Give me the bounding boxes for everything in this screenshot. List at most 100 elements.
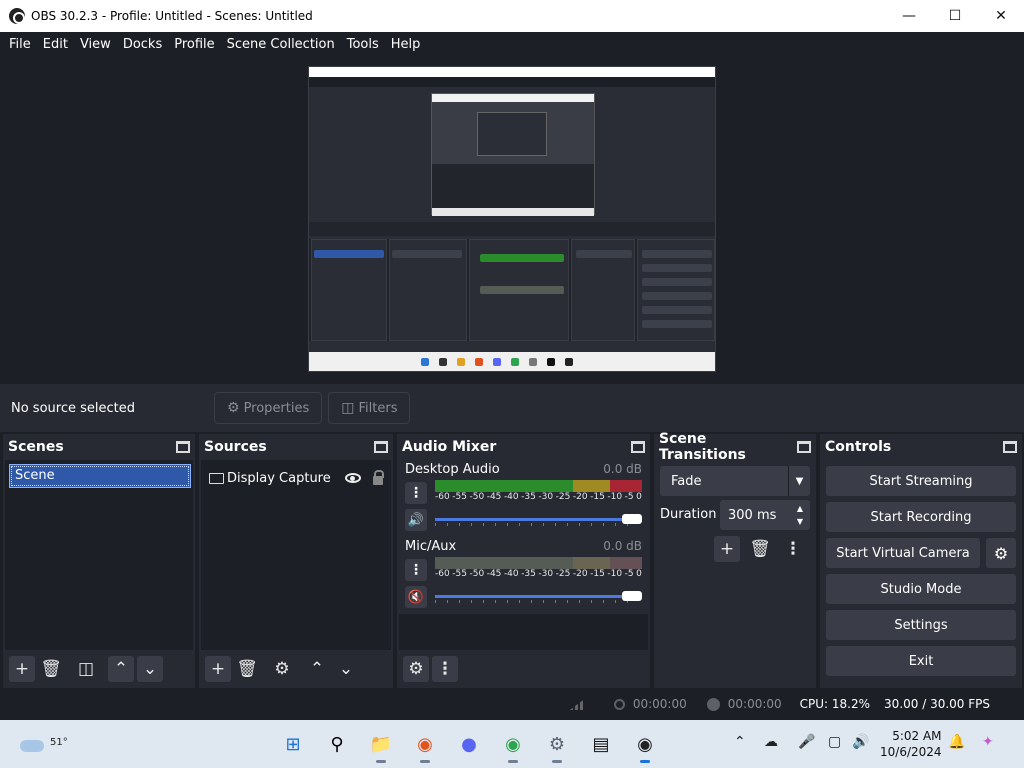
speaker-icon[interactable]: 🔊 bbox=[405, 509, 427, 531]
mixer-menu-button[interactable]: ⋮ bbox=[432, 656, 458, 682]
settings-button[interactable]: Settings bbox=[826, 610, 1016, 640]
add-transition-button[interactable]: + bbox=[714, 536, 740, 562]
start-recording-button[interactable]: Start Recording bbox=[826, 502, 1016, 532]
audio-mixer-dock: Audio Mixer Desktop Audio 0.0 dB ⋮ -60 -5… bbox=[397, 434, 650, 688]
channel-menu-button[interactable]: ⋮ bbox=[405, 482, 427, 504]
menu-scene-collection[interactable]: Scene Collection bbox=[221, 37, 341, 52]
undock-icon[interactable] bbox=[797, 441, 811, 453]
scenes-dock: Scenes Scene + 🗑 ◫ ⌃ ⌄ bbox=[3, 434, 195, 688]
volume-icon[interactable]: 🔊 bbox=[852, 734, 869, 750]
chrome-icon[interactable]: ◉ bbox=[500, 731, 526, 763]
undock-icon[interactable] bbox=[374, 441, 388, 453]
menu-bar: File Edit View Docks Profile Scene Colle… bbox=[0, 32, 1024, 56]
menu-docks[interactable]: Docks bbox=[117, 37, 168, 52]
source-properties-button[interactable]: ⚙ bbox=[269, 656, 295, 682]
duration-input[interactable]: 300 ms ▲ ▼ bbox=[720, 500, 810, 530]
close-button[interactable]: ✕ bbox=[978, 0, 1024, 32]
mixer-empty-area bbox=[399, 614, 648, 650]
volume-slider[interactable] bbox=[435, 514, 642, 526]
clock-date: 10/6/2024 bbox=[880, 745, 942, 759]
menu-edit[interactable]: Edit bbox=[37, 37, 74, 52]
discord-icon[interactable]: ● bbox=[456, 731, 482, 757]
move-source-down-button[interactable]: ⌄ bbox=[333, 656, 359, 682]
settings-gear-icon[interactable]: ⚙ bbox=[544, 731, 570, 763]
channel-db: 0.0 dB bbox=[603, 462, 642, 476]
network-offline-icon[interactable]: ☁ bbox=[764, 734, 778, 750]
filters-button[interactable]: ◫ Filters bbox=[328, 392, 411, 424]
scene-item[interactable]: Scene bbox=[9, 464, 191, 488]
move-scene-down-button[interactable]: ⌄ bbox=[137, 656, 163, 682]
audio-app-icon[interactable]: ▤ bbox=[588, 731, 614, 757]
undock-icon[interactable] bbox=[1003, 441, 1017, 453]
menu-profile[interactable]: Profile bbox=[168, 37, 220, 52]
preview-area[interactable] bbox=[0, 56, 1024, 384]
virtual-camera-settings-gear-icon[interactable]: ⚙ bbox=[986, 538, 1016, 568]
title-bar: OBS 30.2.3 - Profile: Untitled - Scenes:… bbox=[0, 0, 1024, 32]
mixer-toolbar: ⚙ ⋮ bbox=[397, 650, 650, 688]
move-scene-up-button[interactable]: ⌃ bbox=[108, 656, 134, 682]
studio-mode-button[interactable]: Studio Mode bbox=[826, 574, 1016, 604]
file-explorer-icon[interactable]: 📁 bbox=[368, 731, 394, 763]
scenes-dock-header: Scenes bbox=[3, 434, 195, 460]
volume-slider-knob[interactable] bbox=[622, 591, 642, 601]
preview-canvas[interactable] bbox=[308, 66, 716, 372]
volume-slider-knob[interactable] bbox=[622, 514, 642, 524]
scene-filters-button[interactable]: ◫ bbox=[73, 656, 99, 682]
windows-taskbar: 51° ⊞ ⚲ 📁 ◉ ● ◉ ⚙ ▤ ◉ ⌃ ☁ 🎤 ▢ 🔊 5:02 AM … bbox=[0, 720, 1024, 768]
properties-button[interactable]: ⚙ Properties bbox=[214, 392, 323, 424]
remove-scene-button[interactable]: 🗑 bbox=[38, 656, 64, 682]
filter-icon: ◫ bbox=[341, 400, 355, 416]
preview-mirror-taskbar bbox=[309, 352, 715, 371]
duration-label: Duration bbox=[660, 507, 717, 522]
source-item[interactable]: Display Capture bbox=[209, 468, 384, 488]
scenes-list: Scene bbox=[5, 460, 193, 650]
menu-tools[interactable]: Tools bbox=[341, 37, 385, 52]
transition-menu-button[interactable]: ⋮ bbox=[780, 536, 806, 562]
show-hidden-icons-chevron-icon[interactable]: ⌃ bbox=[734, 734, 746, 750]
copilot-icon[interactable]: ✦ bbox=[982, 734, 994, 750]
start-streaming-button[interactable]: Start Streaming bbox=[826, 466, 1016, 496]
remove-source-button[interactable]: 🗑 bbox=[234, 656, 260, 682]
controls-dock: Controls Start Streaming Start Recording… bbox=[820, 434, 1022, 688]
mixer-channels: Desktop Audio 0.0 dB ⋮ -60 -55 -50 -45 -40 -3… bbox=[399, 460, 648, 650]
add-source-button[interactable]: + bbox=[205, 656, 231, 682]
add-scene-button[interactable]: + bbox=[9, 656, 35, 682]
undock-icon[interactable] bbox=[176, 441, 190, 453]
weather-widget[interactable]: 51° bbox=[18, 728, 68, 758]
obs-taskbar-icon[interactable]: ◉ bbox=[632, 731, 658, 763]
notifications-bell-icon[interactable]: 🔔 bbox=[948, 734, 965, 750]
advanced-audio-settings-button[interactable]: ⚙ bbox=[403, 656, 429, 682]
menu-view[interactable]: View bbox=[74, 37, 117, 52]
status-bar: 00:00:00 00:00:00 CPU: 18.2% 30.00 / 30.… bbox=[0, 688, 1024, 720]
stream-status: 00:00:00 bbox=[613, 697, 687, 711]
meter-scale: -60 -55 -50 -45 -40 -35 -30 -25 -20 -15 -10 -5 0 bbox=[435, 569, 642, 579]
clock[interactable]: 5:02 AM 10/6/2024 bbox=[880, 728, 942, 760]
move-source-up-button[interactable]: ⌃ bbox=[304, 656, 330, 682]
muted-speaker-icon[interactable]: 🔇 bbox=[405, 586, 427, 608]
channel-menu-button[interactable]: ⋮ bbox=[405, 559, 427, 581]
start-menu-icon[interactable]: ⊞ bbox=[280, 731, 306, 757]
menu-file[interactable]: File bbox=[3, 37, 37, 52]
transition-select[interactable]: Fade ▼ bbox=[660, 466, 810, 496]
maximize-button[interactable]: ☐ bbox=[932, 0, 978, 32]
exit-button[interactable]: Exit bbox=[826, 646, 1016, 676]
visibility-eye-icon[interactable] bbox=[345, 473, 361, 483]
scenes-title: Scenes bbox=[8, 439, 64, 455]
remove-transition-button[interactable]: 🗑 bbox=[747, 536, 773, 562]
duration-value: 300 ms bbox=[728, 507, 777, 523]
firefox-icon[interactable]: ◉ bbox=[412, 731, 438, 763]
minimize-button[interactable]: — bbox=[886, 0, 932, 32]
record-status: 00:00:00 bbox=[706, 697, 782, 711]
window-controls: — ☐ ✕ bbox=[886, 0, 1024, 32]
start-virtual-camera-button[interactable]: Start Virtual Camera bbox=[826, 538, 980, 568]
volume-slider[interactable] bbox=[435, 591, 642, 603]
preview-mirror-titlebar bbox=[309, 67, 715, 77]
search-icon[interactable]: ⚲ bbox=[324, 731, 350, 757]
undock-icon[interactable] bbox=[631, 441, 645, 453]
meter-scale: -60 -55 -50 -45 -40 -35 -30 -25 -20 -15 -10 -5 0 bbox=[435, 492, 642, 502]
lock-icon[interactable] bbox=[373, 469, 384, 485]
microphone-icon[interactable]: 🎤 bbox=[798, 734, 815, 750]
duration-spinner[interactable]: ▲ ▼ bbox=[790, 500, 810, 530]
display-icon[interactable]: ▢ bbox=[828, 734, 841, 750]
menu-help[interactable]: Help bbox=[385, 37, 427, 52]
